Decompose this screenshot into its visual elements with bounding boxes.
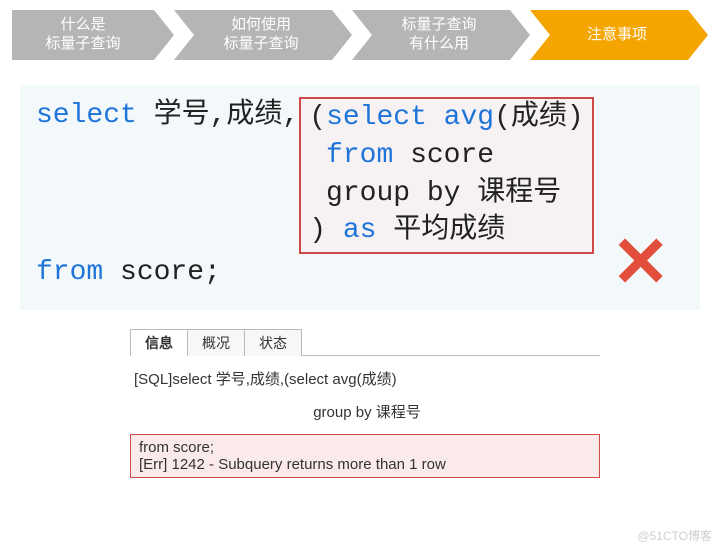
crumb-text: 注意事项 (587, 26, 647, 45)
result-tabs: 信息 概况 状态 (130, 328, 600, 356)
sql-keyword-select: select (36, 100, 137, 131)
error-line-code: [Err] 1242 - Subquery returns more than … (139, 456, 591, 473)
crumb-text: 什么是 (60, 16, 105, 35)
breadcrumb-step-4-active[interactable]: 注意事项 (530, 10, 688, 60)
breadcrumb-step-2[interactable]: 如何使用 标量子查询 (174, 10, 332, 60)
sql-avg-arg: (成绩) (494, 102, 584, 133)
watermark-text: @51CTO博客 (637, 527, 712, 544)
tab-info[interactable]: 信息 (130, 329, 188, 356)
sql-keyword-as: as (326, 215, 376, 246)
output-sql-line: [SQL]select 学号,成绩,(select avg(成绩) (134, 368, 600, 389)
breadcrumb-step-1[interactable]: 什么是 标量子查询 (12, 10, 154, 60)
subquery-highlight-box: (select avg(成绩) from score group by 课程号 … (299, 97, 593, 254)
error-line-from: from score; (139, 439, 591, 456)
crumb-text: 标量子查询 (401, 16, 476, 35)
paren-open: ( (309, 102, 326, 133)
sql-code-block: select 学号,成绩, (select avg(成绩) from score… (20, 85, 700, 310)
error-x-icon: ✕ (611, 215, 670, 310)
sql-group-by: group by 课程号 (309, 178, 561, 209)
tab-status[interactable]: 状态 (244, 329, 302, 356)
sql-table: score (393, 140, 494, 171)
sql-keyword-select-avg: select avg (326, 102, 494, 133)
breadcrumb-step-3[interactable]: 标量子查询 有什么用 (352, 10, 510, 60)
crumb-text: 标量子查询 (45, 35, 120, 54)
sql-columns: 学号,成绩, (137, 100, 299, 131)
breadcrumb-nav: 什么是 标量子查询 如何使用 标量子查询 标量子查询 有什么用 注意事项 (12, 10, 708, 60)
output-groupby-line: group by 课程号 (134, 401, 600, 422)
crumb-text: 有什么用 (409, 35, 469, 54)
error-message-box: from score; [Err] 1242 - Subquery return… (130, 434, 600, 478)
crumb-text: 如何使用 (231, 16, 291, 35)
sql-table-outer: score; (103, 257, 221, 288)
crumb-text: 标量子查询 (223, 35, 298, 54)
sql-keyword-from: from (309, 140, 393, 171)
sql-keyword-from-outer: from (36, 257, 103, 288)
sql-alias: 平均成绩 (376, 215, 505, 246)
paren-close: ) (309, 215, 326, 246)
result-panel: 信息 概况 状态 [SQL]select 学号,成绩,(select avg(成… (130, 328, 600, 478)
tab-profile[interactable]: 概况 (187, 329, 245, 356)
